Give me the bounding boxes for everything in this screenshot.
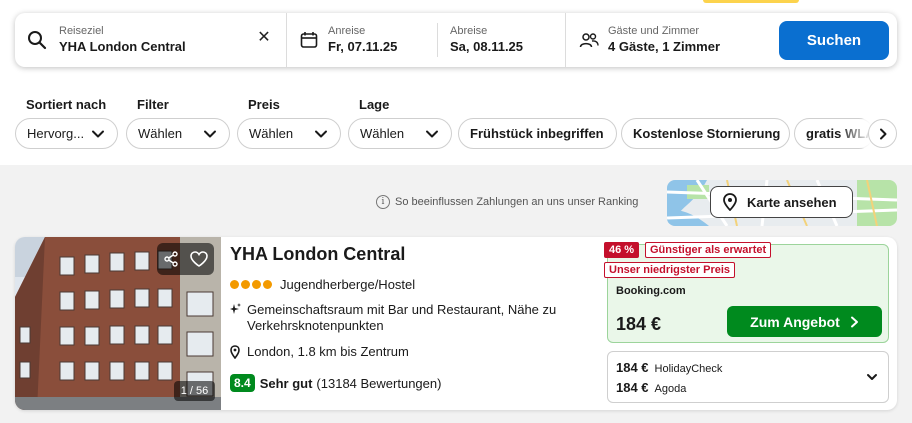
map-button[interactable]: Karte ansehen	[710, 186, 853, 218]
hotel-location: London, 1.8 km bis Zentrum	[230, 344, 409, 359]
chevron-down-icon	[426, 130, 438, 138]
price-label: Preis	[248, 97, 280, 112]
heart-icon[interactable]	[190, 251, 209, 267]
top-deal-box[interactable]: 46 % Günstiger als erwartet Unser niedri…	[604, 242, 889, 343]
chevron-right-icon	[850, 316, 858, 327]
sort-dropdown[interactable]: Hervorg...	[15, 118, 118, 149]
sort-label: Sortiert nach	[26, 97, 107, 112]
chevron-down-icon	[204, 130, 216, 138]
search-bar: Reiseziel YHA London Central ✕ Anreise F…	[15, 13, 897, 67]
map-pin-icon	[723, 193, 737, 211]
star-dot	[230, 280, 239, 289]
offer-provider: HolidayCheck	[654, 363, 723, 375]
accommodation-type: Jugendherberge/Hostel	[280, 277, 416, 292]
ranking-info-text: So beeinflussen Zahlungen an uns unser R…	[395, 196, 639, 208]
hotel-category: Jugendherberge/Hostel	[230, 277, 415, 292]
guests-label: Gäste und Zimmer	[608, 25, 700, 37]
other-offers-dropdown[interactable]: 184 € HolidayCheck 184 € Agoda	[607, 351, 889, 403]
sort-group: Sortiert nach	[15, 97, 118, 115]
ranking-info-link[interactable]: i So beeinflussen Zahlungen an uns unser…	[376, 195, 638, 209]
map-button-label: Karte ansehen	[747, 194, 837, 210]
map-preview[interactable]: Karte ansehen	[667, 180, 897, 226]
checkout-value: Sa, 08.11.25	[450, 39, 524, 54]
location-label: Lage	[359, 97, 390, 112]
offer-price: 184 €	[616, 380, 649, 395]
amenity-highlight: Gemeinschaftsraum mit Bar und Restaurant…	[230, 302, 580, 334]
sparkle-icon	[230, 303, 241, 314]
price-value: Wählen	[249, 126, 294, 141]
price-group: Preis	[237, 97, 280, 115]
hotel-rating[interactable]: 8.4 Sehr gut (13184 Bewertungen)	[230, 374, 441, 392]
chip-free-cancellation[interactable]: Kostenlose Stornierung	[621, 118, 790, 149]
offer-row: 184 € Agoda	[616, 380, 686, 395]
checkin-field[interactable]: Anreise Fr, 07.11.25	[287, 23, 438, 57]
offer-price: 184 €	[616, 360, 649, 375]
checkin-value: Fr, 07.11.25	[328, 39, 398, 54]
discount-badge: 46 %	[604, 242, 640, 258]
chevron-right-icon	[879, 128, 886, 139]
review-count: (13184 Bewertungen)	[316, 375, 442, 391]
deal-provider: Booking.com	[616, 285, 686, 297]
checkout-field[interactable]: Abreise Sa, 08.11.25	[438, 13, 566, 67]
chevron-down-icon	[92, 130, 104, 138]
search-icon	[28, 31, 47, 50]
destination-input[interactable]: YHA London Central	[59, 38, 186, 55]
scroll-next-button[interactable]	[868, 119, 897, 148]
search-button[interactable]: Suchen	[779, 21, 889, 60]
filter-dropdown[interactable]: Wählen	[126, 118, 230, 149]
filter-label: Filter	[137, 97, 169, 112]
rating-text: Sehr gut	[259, 375, 313, 391]
location-value: Wählen	[360, 126, 405, 141]
star-dot	[241, 280, 250, 289]
filter-group: Filter	[126, 97, 169, 115]
guests-field[interactable]: Gäste und Zimmer 4 Gäste, 1 Zimmer	[566, 13, 776, 67]
chip-fade	[838, 119, 872, 148]
rating-score: 8.4	[230, 374, 255, 392]
location-dropdown[interactable]: Wählen	[348, 118, 452, 149]
share-icon[interactable]	[163, 251, 179, 267]
hotel-result-card[interactable]: 1 / 56 YHA London Central Jugendherberge…	[15, 237, 897, 410]
guests-icon	[579, 33, 599, 48]
clear-icon[interactable]: ✕	[256, 30, 272, 46]
offer-provider: Agoda	[654, 383, 687, 395]
deal-price: 184 €	[616, 314, 662, 334]
location-text: London, 1.8 km bis Zentrum	[247, 344, 409, 359]
image-counter: 1 / 56	[174, 381, 215, 401]
star-dot	[252, 280, 261, 289]
chevron-down-icon	[315, 130, 327, 138]
hotel-name[interactable]: YHA London Central	[230, 244, 405, 265]
offer-row: 184 € HolidayCheck	[616, 360, 722, 375]
destination-field[interactable]: Reiseziel YHA London Central ✕	[15, 13, 287, 67]
view-deal-label: Zum Angebot	[750, 313, 840, 330]
guests-value: 4 Gäste, 1 Zimmer	[608, 39, 720, 54]
sort-value: Hervorg...	[27, 126, 85, 141]
filter-value: Wählen	[138, 126, 183, 141]
image-actions	[157, 243, 214, 275]
calendar-icon	[300, 32, 318, 48]
price-dropdown[interactable]: Wählen	[237, 118, 341, 149]
checkin-label: Anreise	[328, 25, 366, 37]
location-group: Lage	[348, 97, 389, 115]
location-pin-icon	[230, 344, 240, 359]
cheaper-badge: Günstiger als erwartet	[645, 242, 772, 258]
view-deal-button[interactable]: Zum Angebot	[727, 306, 882, 337]
amenity-text: Gemeinschaftsraum mit Bar und Restaurant…	[247, 302, 557, 333]
destination-label: Reiseziel	[59, 25, 104, 37]
yellow-accent	[703, 0, 799, 3]
checkout-label: Abreise	[450, 25, 488, 37]
chip-breakfast[interactable]: Frühstück inbegriffen	[458, 118, 617, 149]
chevron-down-icon	[867, 374, 877, 380]
lowest-price-badge: Unser niedrigster Preis	[604, 262, 736, 278]
star-dot	[263, 280, 272, 289]
info-icon: i	[376, 195, 390, 209]
